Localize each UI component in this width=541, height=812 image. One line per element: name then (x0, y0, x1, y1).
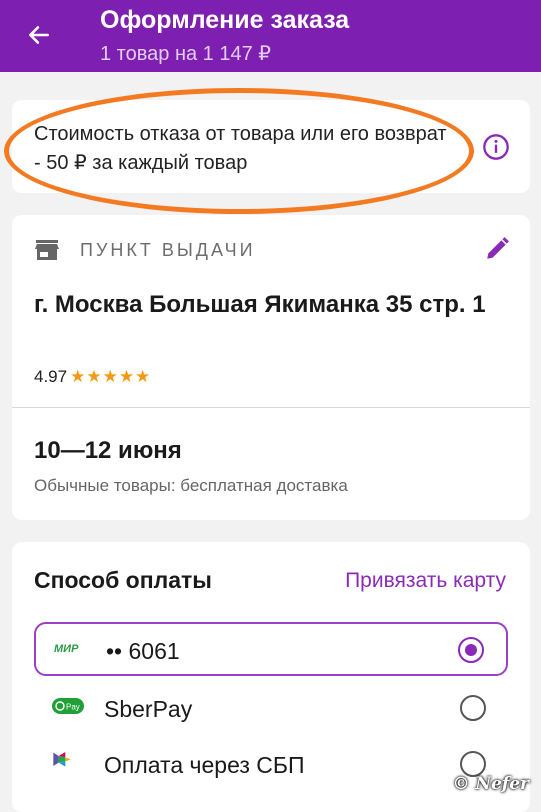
payment-option-sberpay[interactable]: Pay SberPay (34, 682, 508, 736)
page-title: Оформление заказа (100, 6, 350, 34)
highlight-ellipse (4, 88, 474, 214)
edit-pencil-icon[interactable] (484, 236, 510, 262)
rating-value: 4.97 (34, 367, 68, 386)
sberpay-logo: Pay (52, 698, 84, 714)
rating-row: 4.97 ★★★★★ (34, 367, 151, 387)
delivery-date: 10—12 июня (34, 437, 182, 464)
payment-option-label: SberPay (104, 696, 193, 722)
order-summary: 1 товар на 1 147 ₽ (100, 43, 271, 65)
divider (12, 407, 530, 408)
radio-selected[interactable] (458, 637, 484, 663)
payment-option-label: •• 6061 (106, 638, 180, 664)
app-header: Оформление заказа 1 товар на 1 147 ₽ (0, 0, 541, 72)
back-arrow-icon[interactable] (26, 22, 52, 48)
payment-option-label: Оплата через СБП (104, 752, 305, 778)
pickup-address[interactable]: г. Москва Большая Якиманка 35 стр. 1 (34, 287, 504, 323)
delivery-note: Обычные товары: бесплатная доставка (34, 476, 348, 495)
rating-stars: ★★★★★ (70, 367, 152, 386)
mir-logo: МИР (54, 639, 90, 657)
pickup-card: ПУНКТ ВЫДАЧИ г. Москва Большая Якиманка … (12, 215, 530, 520)
payment-option-sbp[interactable]: Оплата через СБП (34, 738, 508, 792)
sberpay-logo-text: Pay (66, 703, 80, 712)
store-icon (35, 240, 59, 260)
sbp-logo (53, 752, 71, 767)
watermark: © Nefer (452, 774, 529, 794)
mir-logo-text: МИР (54, 643, 79, 655)
payment-title: Способ оплаты (34, 567, 212, 593)
link-card-button[interactable]: Привязать карту (345, 569, 506, 593)
radio-unselected[interactable] (460, 695, 486, 721)
info-icon[interactable] (482, 133, 510, 161)
payment-option-mir[interactable]: МИР •• 6061 (34, 622, 508, 676)
pickup-label: ПУНКТ ВЫДАЧИ (80, 240, 256, 260)
payment-card: Способ оплаты Привязать карту МИР •• 606… (12, 542, 530, 812)
